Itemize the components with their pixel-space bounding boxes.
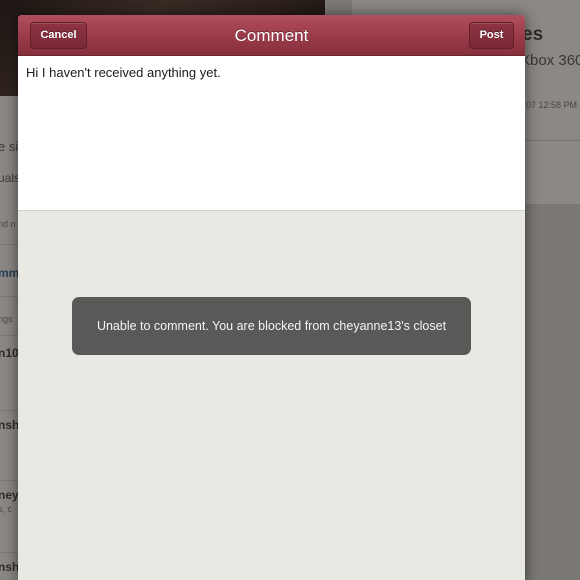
bg-fragment: s, c [0,504,13,514]
bg-right-timestamp: 07 12:58 PM [526,100,578,110]
modal-header: Comment Cancel Post [18,15,525,56]
bg-fragment: mm [0,266,20,280]
bg-fragment: uals [0,171,21,185]
bg-right-subtitle: Xbox 360 [520,52,580,69]
bg-fragment: nd n [0,219,16,229]
bg-fragment: nsh [0,560,20,574]
bg-fragment: nsh [0,418,20,432]
comment-modal: Comment Cancel Post Hi I haven't receive… [18,15,525,580]
post-button[interactable]: Post [469,22,514,49]
bg-right-title: es [522,24,544,45]
comment-input[interactable]: Hi I haven't received anything yet. [18,56,525,211]
comment-text[interactable]: Hi I haven't received anything yet. [26,65,221,80]
error-toast: Unable to comment. You are blocked from … [72,297,471,355]
modal-title: Comment [234,26,309,45]
cancel-button[interactable]: Cancel [30,22,87,49]
divider [524,140,580,141]
bg-fragment: ngs [0,314,13,324]
